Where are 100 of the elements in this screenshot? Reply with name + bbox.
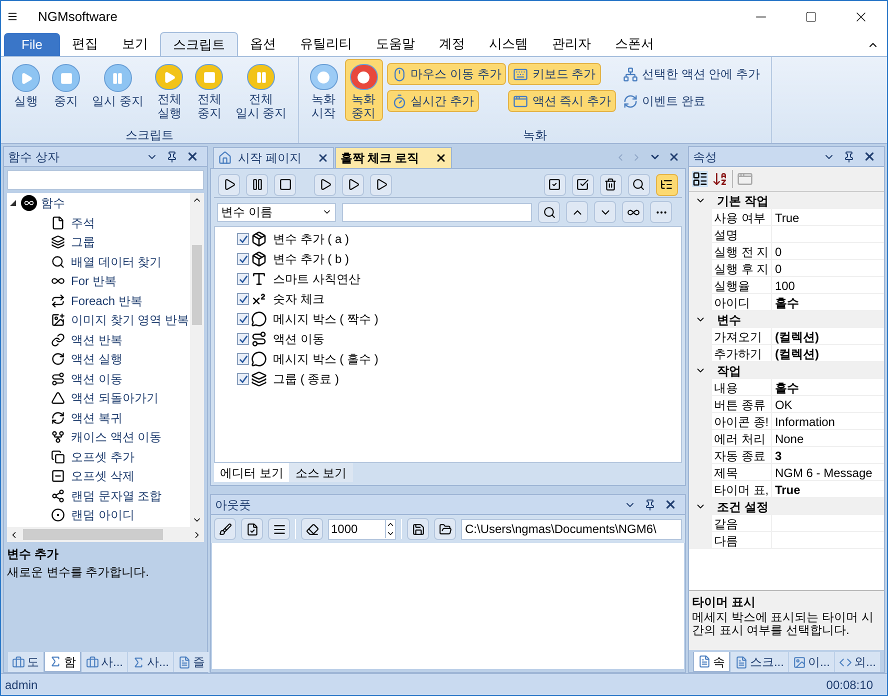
increment-icon[interactable] [386,520,395,529]
checkbox[interactable] [237,373,249,385]
panel-tab[interactable]: 외... [834,652,880,672]
ribbon-button[interactable]: 이벤트 완료 [618,90,710,112]
open-folder-button[interactable] [434,518,456,540]
run-selected-button[interactable] [342,174,364,196]
menu-tab[interactable]: 계정 [427,32,477,56]
menu-tab[interactable]: 시스템 [477,32,540,56]
pin-icon[interactable] [166,150,178,162]
panel-tab[interactable]: 사... [82,652,128,672]
ribbon-button[interactable]: 전체 일시 중지 [230,59,292,121]
pin-icon[interactable] [644,498,656,510]
expander-icon[interactable] [9,199,17,207]
panel-tab[interactable]: 함 [44,652,81,672]
save-button[interactable] [407,518,429,540]
tree-item[interactable]: 랜덤 문자열 조합 [71,486,162,505]
panel-tab[interactable]: 사... [128,652,174,672]
checkbox[interactable] [237,233,249,245]
menu-tab[interactable]: 옵션 [238,32,288,56]
tree-item[interactable]: For 반복 [71,272,116,290]
menu-tab[interactable]: 관리자 [540,32,603,56]
tree-item[interactable]: 이미지 찾기 영역 반복 [71,311,190,330]
pin-icon[interactable] [843,150,855,162]
loop-button[interactable] [622,201,644,223]
tree-item[interactable]: 배열 데이터 찾기 [71,252,162,271]
checkbox[interactable] [237,313,249,325]
file-check-button[interactable] [241,518,263,540]
panel-tab[interactable]: 즐 [174,652,210,672]
stop-button[interactable] [274,174,296,196]
filter-dropdown[interactable]: 변수 이름 [217,202,336,222]
action-item[interactable]: 그룹 ( 종료 ) [273,370,339,388]
ribbon-button[interactable]: 일시 중지 [87,59,148,121]
categorized-icon[interactable] [692,171,708,187]
search-field[interactable] [342,202,532,222]
horizontal-scrollbar[interactable] [7,527,204,542]
eraser-button[interactable] [301,518,323,540]
play-button[interactable] [218,174,240,196]
lines-button[interactable] [268,518,290,540]
view-tab[interactable]: 소스 보기 [289,463,353,482]
menu-tab[interactable]: 도움말 [364,32,427,56]
close-icon[interactable] [186,150,199,163]
menu-tab[interactable]: 스폰서 [603,32,666,56]
action-item[interactable]: 스마트 사칙연산 [273,270,360,288]
ribbon-button[interactable]: 중지 [47,59,85,121]
maximize-icon[interactable] [805,10,817,22]
next-button[interactable] [594,201,616,223]
number-spinner[interactable]: 1000 [328,518,396,540]
ribbon-button[interactable]: 실행 [7,59,45,121]
menu-tab[interactable]: 스크립트 [160,32,238,56]
ribbon-button[interactable]: 마우스 이동 추가 [386,63,506,85]
close-icon[interactable] [668,151,680,163]
document-tab[interactable]: 시작 페이지 [213,147,334,168]
tree-view-button[interactable] [656,174,678,196]
menu-tab[interactable]: 보기 [110,32,160,56]
ribbon-button[interactable]: 녹화 중지 [344,59,383,121]
ribbon-button[interactable]: 전체 실행 [150,59,188,121]
panel-tab[interactable]: 이... [788,652,834,672]
panel-tab[interactable]: 속 [692,652,730,672]
close-icon[interactable] [664,498,677,511]
step-button[interactable] [314,174,336,196]
tree-item[interactable]: 액션 이동 [71,370,122,388]
checkbox[interactable] [237,293,249,305]
run-from-button[interactable] [370,174,392,196]
ribbon-button[interactable]: 액션 즉시 추가 [508,90,616,112]
checkbox[interactable] [237,273,249,285]
tree-item[interactable]: 액션 반복 [71,330,122,349]
more-button[interactable] [650,201,672,223]
search-button[interactable] [628,174,650,196]
view-tab[interactable]: 에디터 보기 [214,463,290,482]
document-tab[interactable]: 홀짝 체크 로직 [335,147,452,168]
pause-button[interactable] [246,174,268,196]
clear-button[interactable] [214,518,236,540]
action-item[interactable]: 변수 추가 ( a ) [273,230,350,248]
tree-item[interactable]: 액션 실행 [71,350,122,368]
action-item[interactable]: 메시지 박스 ( 짝수 ) [273,310,378,328]
panel-tab[interactable]: 도 [8,652,43,672]
delete-button[interactable] [600,174,622,196]
ribbon-button[interactable]: 실시간 추가 [386,90,480,112]
path-field[interactable]: C:\Users\ngmas\Documents\NGM6\ [461,518,682,540]
tree-item[interactable]: 오프셋 추가 [71,448,134,466]
tree-item[interactable]: 주석 [71,214,95,232]
close-icon[interactable] [863,150,876,163]
search-button[interactable] [538,201,560,223]
panel-tab[interactable]: 스크... [730,652,788,672]
file-tab[interactable]: File [4,33,60,56]
tree-item[interactable]: 액션 되돌아가기 [71,389,158,408]
scroll-thumb[interactable] [23,529,163,540]
check-button[interactable] [572,174,594,196]
action-item[interactable]: 숫자 체크 [273,290,324,308]
action-item[interactable]: 메시지 박스 ( 홀수 ) [273,350,378,368]
close-icon[interactable] [435,152,448,164]
sort-icon[interactable] [712,171,728,187]
previous-button[interactable] [566,201,588,223]
menu-tab[interactable]: 편집 [60,32,110,56]
tree-item[interactable]: 오프셋 삭제 [71,467,134,486]
ribbon-button[interactable]: 전체 중지 [190,59,228,121]
decrement-icon[interactable] [386,529,395,538]
ribbon-button[interactable]: 녹화 시작 [304,59,343,121]
search-field[interactable] [7,170,204,190]
checkbox[interactable] [237,333,249,345]
